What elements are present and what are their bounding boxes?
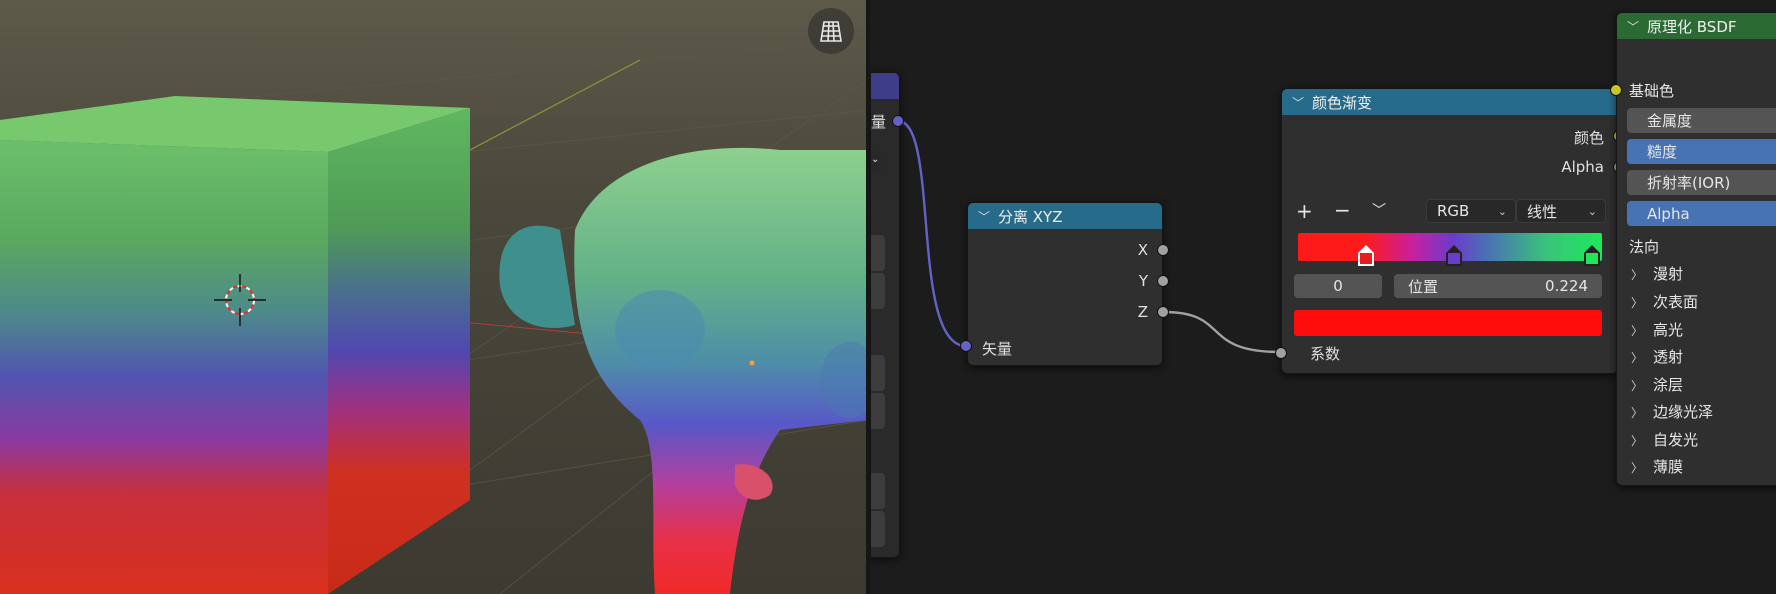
base-color-label: 基础色 <box>1629 82 1675 100</box>
ramp-stop-active[interactable] <box>1358 245 1374 267</box>
chevron-right-icon: 〉 <box>1631 324 1644 338</box>
input-vector-label: 矢量 <box>982 340 1013 358</box>
partial-dropdown[interactable]: ⌄ <box>871 151 881 173</box>
output-color-label: 颜色 <box>1573 129 1604 147</box>
chevron-right-icon: 〉 <box>1631 351 1644 365</box>
grid-view-icon <box>820 21 842 42</box>
section-thin-film-label: 薄膜 <box>1653 458 1684 476</box>
remove-stop-button[interactable]: − <box>1334 200 1351 220</box>
3d-viewport[interactable] <box>0 0 868 594</box>
color-ramp-title: 颜色渐变 <box>1312 93 1373 112</box>
viewport-scene <box>0 39 868 594</box>
chevron-right-icon: 〉 <box>1631 434 1644 448</box>
input-base-color-socket[interactable] <box>1610 84 1622 96</box>
active-stop-index-value: 0 <box>1333 277 1343 295</box>
separate-xyz-node[interactable]: ﹀ 分离 XYZ X Y Z 矢量 <box>967 202 1163 366</box>
ramp-stop[interactable] <box>1446 245 1462 267</box>
chevron-right-icon: 〉 <box>1631 406 1644 420</box>
roughness-field[interactable]: 糙度 <box>1627 139 1776 164</box>
output-z-label: Z <box>1137 303 1148 321</box>
normal-label: 法向 <box>1629 238 1660 256</box>
partial-field[interactable] <box>871 473 885 509</box>
color-ramp-node[interactable]: ﹀ 颜色渐变 颜色 Alpha + − ﹀ RGB ⌄ 线性 ⌄ 0 位置 0.… <box>1281 88 1619 374</box>
ior-label: 折射率(IOR) <box>1647 174 1731 192</box>
separate-xyz-header[interactable]: ﹀ 分离 XYZ <box>968 203 1162 229</box>
chevron-right-icon: 〉 <box>1631 296 1644 310</box>
metallic-label: 金属度 <box>1647 112 1693 130</box>
principled-bsdf-title: 原理化 BSDF <box>1647 17 1737 36</box>
partial-node-output-label: 量 <box>871 113 887 131</box>
roughness-label: 糙度 <box>1647 143 1678 161</box>
partial-input-node[interactable]: 量 ⌄ <box>870 72 900 558</box>
color-ramp-header[interactable]: ﹀ 颜色渐变 <box>1282 89 1618 115</box>
stop-color-swatch[interactable] <box>1294 310 1602 336</box>
interpolation-dropdown[interactable]: 线性 ⌄ <box>1516 199 1606 223</box>
grid-view-toggle-button[interactable] <box>808 8 854 54</box>
section-thin-film[interactable]: 〉薄膜 <box>1631 456 1683 477</box>
chevron-right-icon: 〉 <box>1631 379 1644 393</box>
section-diffuse-label: 漫射 <box>1653 265 1684 283</box>
output-x-socket[interactable] <box>1157 244 1169 256</box>
output-z-socket[interactable] <box>1157 306 1169 318</box>
color-mode-dropdown[interactable]: RGB ⌄ <box>1426 199 1516 223</box>
input-factor-label: 系数 <box>1310 345 1341 363</box>
section-diffuse[interactable]: 〉漫射 <box>1631 263 1683 284</box>
collapse-chevron-icon[interactable]: ﹀ <box>1292 94 1304 111</box>
vector-output-socket[interactable] <box>892 115 904 127</box>
active-stop-index-field[interactable]: 0 <box>1294 274 1382 298</box>
chevron-right-icon: 〉 <box>1631 461 1644 475</box>
interpolation-value: 线性 <box>1527 202 1558 221</box>
position-value: 0.224 <box>1545 277 1588 295</box>
link-z-factor <box>1163 310 1281 354</box>
input-factor-socket[interactable] <box>1275 347 1287 359</box>
output-alpha-label: Alpha <box>1561 158 1604 176</box>
section-transmission[interactable]: 〉透射 <box>1631 346 1683 367</box>
section-sheen-label: 边缘光泽 <box>1653 403 1714 421</box>
section-sheen[interactable]: 〉边缘光泽 <box>1631 401 1713 422</box>
section-specular-label: 高光 <box>1653 321 1684 339</box>
section-subsurface[interactable]: 〉次表面 <box>1631 291 1698 312</box>
collapse-chevron-icon[interactable]: ﹀ <box>1627 18 1639 35</box>
section-coat[interactable]: 〉涂层 <box>1631 374 1683 395</box>
stop-position-field[interactable]: 位置 0.224 <box>1394 274 1602 298</box>
chevron-down-icon: ⌄ <box>871 154 880 165</box>
collapse-chevron-icon[interactable]: ﹀ <box>978 208 990 225</box>
chevron-right-icon: 〉 <box>1631 268 1644 282</box>
partial-field[interactable] <box>871 355 885 391</box>
principled-bsdf-header[interactable]: ﹀ 原理化 BSDF <box>1617 13 1776 39</box>
link-vector <box>897 119 967 348</box>
principled-bsdf-node[interactable]: ﹀ 原理化 BSDF 基础色 金属度 糙度 折射率(IOR) Alpha 法向 … <box>1616 12 1776 486</box>
output-y-label: Y <box>1138 272 1148 290</box>
partial-field[interactable] <box>871 273 885 309</box>
alpha-label: Alpha <box>1647 204 1690 223</box>
ramp-menu-chevron-icon[interactable]: ﹀ <box>1372 201 1386 221</box>
section-emission-label: 自发光 <box>1653 431 1699 449</box>
ior-field[interactable]: 折射率(IOR) <box>1627 170 1776 195</box>
position-label: 位置 <box>1408 277 1439 296</box>
alpha-field[interactable]: Alpha <box>1627 201 1776 226</box>
output-x-label: X <box>1137 241 1148 259</box>
section-specular[interactable]: 〉高光 <box>1631 319 1683 340</box>
partial-field[interactable] <box>871 511 885 547</box>
section-coat-label: 涂层 <box>1653 376 1684 394</box>
shader-node-editor[interactable]: 量 ⌄ ﹀ 分离 XYZ X Y Z 矢量 ﹀ 颜色渐变 颜色 Alpha + … <box>870 0 1776 594</box>
section-transmission-label: 透射 <box>1653 348 1684 366</box>
chevron-down-icon: ⌄ <box>1587 204 1597 218</box>
add-stop-button[interactable]: + <box>1296 201 1313 221</box>
output-y-socket[interactable] <box>1157 275 1169 287</box>
section-emission[interactable]: 〉自发光 <box>1631 429 1698 450</box>
section-subsurface-label: 次表面 <box>1653 293 1699 311</box>
color-mode-value: RGB <box>1437 202 1470 220</box>
separate-xyz-title: 分离 XYZ <box>998 207 1063 226</box>
partial-field[interactable] <box>871 235 885 271</box>
metallic-field[interactable]: 金属度 <box>1627 108 1776 133</box>
input-vector-socket[interactable] <box>960 340 972 352</box>
partial-node-header <box>871 73 899 99</box>
partial-field[interactable] <box>871 393 885 429</box>
ramp-stop[interactable] <box>1584 245 1600 267</box>
chevron-down-icon: ⌄ <box>1497 204 1507 218</box>
